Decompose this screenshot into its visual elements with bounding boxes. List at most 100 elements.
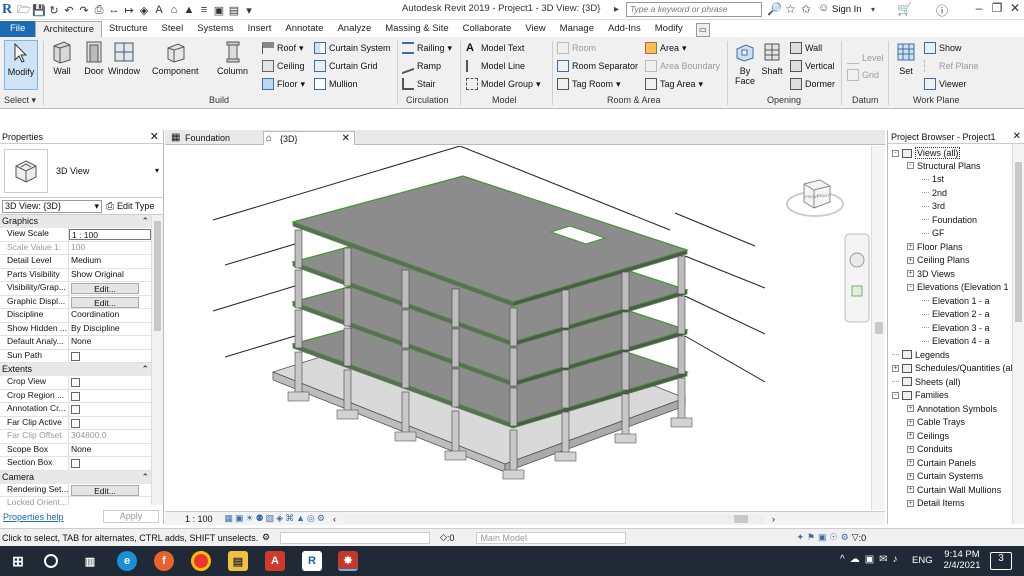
property-value[interactable]: 1 : 100 (69, 229, 151, 240)
edit-type-button[interactable]: Edit Type (117, 201, 154, 211)
tab-add-ins[interactable]: Add-Ins (601, 21, 648, 37)
browser-item[interactable]: - Views (all) (892, 147, 961, 159)
area-button[interactable]: Area ▾ (645, 41, 687, 55)
roof-button[interactable]: Roof ▾ (262, 41, 304, 55)
property-value[interactable]: None (69, 444, 163, 457)
revit-taskbar-icon[interactable]: R (302, 551, 322, 571)
ramp-button[interactable]: Ramp (402, 57, 441, 75)
apply-button[interactable]: Apply (103, 510, 159, 523)
browser-item[interactable]: Elevation 4 - a (922, 336, 990, 346)
selection-options-icons[interactable]: ✦⚑▣☉⚙ (796, 532, 851, 543)
property-value[interactable]: 304800.0 (69, 430, 163, 443)
expand-icon[interactable]: + (907, 459, 914, 466)
editable-icon[interactable]: ◇ (440, 532, 447, 543)
property-edit-button[interactable]: Edit... (69, 484, 163, 497)
sign-in-link[interactable]: Sign In (832, 4, 862, 15)
property-row[interactable]: Section Box (0, 457, 163, 471)
tab-steel[interactable]: Steel (155, 21, 191, 37)
3d-view-canvas[interactable]: FRONT RIGHT (165, 145, 885, 510)
expand-icon[interactable]: + (907, 243, 914, 250)
property-row[interactable]: Crop View (0, 376, 163, 390)
system-tray-icons[interactable]: ^☁▣✉♪ (840, 554, 903, 565)
browser-item[interactable]: + Schedules/Quantities (al (892, 363, 1013, 373)
close-hidden-icon[interactable]: ▣ (212, 3, 226, 17)
collapse-icon[interactable]: - (907, 162, 914, 169)
property-value[interactable]: Coordination (69, 309, 163, 322)
browser-item[interactable]: + Detail Items (907, 498, 965, 508)
print-icon[interactable]: ⎙ (92, 3, 106, 17)
property-value[interactable]: By Discipline (69, 323, 163, 336)
property-row[interactable]: Scale Value 1: 100 (0, 241, 163, 255)
property-checkbox[interactable] (69, 350, 163, 363)
tab-collaborate[interactable]: Collaborate (456, 21, 519, 37)
notifications-icon[interactable]: 3 (990, 552, 1012, 570)
browser-item[interactable]: Foundation (922, 215, 977, 225)
firefox-icon[interactable]: f (154, 551, 174, 571)
browser-item[interactable]: Sheets (all) (892, 377, 961, 387)
scroll-right-icon[interactable]: › (772, 514, 775, 524)
view-scale[interactable]: 1 : 100 (185, 514, 213, 524)
property-edit-button[interactable]: Edit... (69, 296, 163, 309)
search-icon[interactable] (44, 554, 58, 568)
property-row[interactable]: Crop Region ... (0, 389, 163, 403)
measure-icon[interactable]: ↔ (107, 3, 121, 17)
tab-analyze[interactable]: Analyze (330, 21, 378, 37)
level-button[interactable]: Level (847, 51, 884, 65)
browser-item[interactable]: Elevation 1 - a (922, 296, 990, 306)
browser-item[interactable]: 2nd (922, 188, 947, 198)
tag-icon[interactable]: ◈ (137, 3, 151, 17)
tab-3d-view[interactable]: ⌂ {3D} ✕ (263, 131, 355, 145)
browser-item[interactable]: + Curtain Systems (907, 471, 983, 481)
cart-icon[interactable]: 🛒 (897, 2, 912, 16)
vertical-opening-button[interactable]: Vertical (790, 59, 835, 73)
chevron-down-icon[interactable]: ▾ (155, 166, 159, 175)
type-selector[interactable]: 3D View ▾ (0, 144, 163, 198)
tag-room-button[interactable]: Tag Room ▾ (557, 77, 621, 91)
door-button[interactable]: Door (82, 40, 106, 76)
dimension-icon[interactable]: ↦ (122, 3, 136, 17)
viewer-button[interactable]: Viewer (924, 77, 966, 91)
set-work-plane-button[interactable]: Set (894, 40, 918, 76)
property-row[interactable]: Parts Visibility Show Original (0, 268, 163, 282)
expand-icon[interactable]: + (907, 445, 914, 453)
help-icon[interactable]: ⓘ (936, 2, 948, 19)
tab-view[interactable]: View (518, 21, 552, 37)
windows-start-icon[interactable]: ⊞ (8, 551, 28, 571)
browser-item[interactable]: + Floor Plans (907, 242, 963, 252)
shaft-button[interactable]: Shaft (760, 40, 784, 76)
browser-item[interactable]: 3rd (922, 201, 945, 211)
component-button[interactable]: Component (152, 40, 199, 76)
room-separator-button[interactable]: Room Separator (557, 59, 638, 73)
property-value[interactable]: Show Original (69, 269, 163, 282)
collapse-icon[interactable]: - (907, 283, 914, 291)
default-3d-icon[interactable]: ⌂ (167, 3, 181, 17)
room-button[interactable]: Room (557, 41, 596, 55)
tab-massing-site[interactable]: Massing & Site (378, 21, 455, 37)
property-row[interactable]: Far Clip Offset 304800.0 (0, 430, 163, 444)
browser-item[interactable]: GF (922, 228, 945, 238)
modify-button[interactable]: Modify (4, 40, 38, 90)
open-icon[interactable]: 🗁 (17, 3, 31, 17)
properties-help-link[interactable]: Properties help (3, 512, 64, 522)
view-scrollbar[interactable] (871, 146, 885, 510)
filter-icon[interactable]: ▽ (852, 532, 859, 543)
property-row[interactable]: Locked Orient... (0, 497, 163, 505)
area-boundary-button[interactable]: Area Boundary (645, 59, 720, 73)
expand-icon[interactable]: + (907, 270, 914, 277)
expand-icon[interactable]: + (907, 499, 914, 507)
floor-button[interactable]: Floor ▾ (262, 77, 305, 91)
property-row[interactable]: Detail Level Medium (0, 255, 163, 269)
search-input[interactable]: Type a keyword or phrase (626, 2, 762, 17)
browser-item[interactable]: Legends (892, 350, 950, 360)
close-tab-icon[interactable]: ✕ (342, 132, 350, 146)
properties-scrollbar[interactable] (151, 215, 163, 505)
property-row[interactable]: Graphic Displ... Edit... (0, 295, 163, 309)
browser-item[interactable]: 1st (922, 174, 944, 184)
wall-button[interactable]: Wall (50, 40, 74, 76)
model-text-button[interactable]: A Model Text (466, 41, 524, 55)
revit-logo[interactable]: R (2, 2, 16, 18)
edge-icon[interactable]: e (117, 551, 137, 571)
curtain-grid-button[interactable]: Curtain Grid (314, 59, 378, 73)
property-row[interactable]: View Scale 1 : 100 (0, 228, 163, 242)
column-button[interactable]: Column (217, 40, 248, 76)
